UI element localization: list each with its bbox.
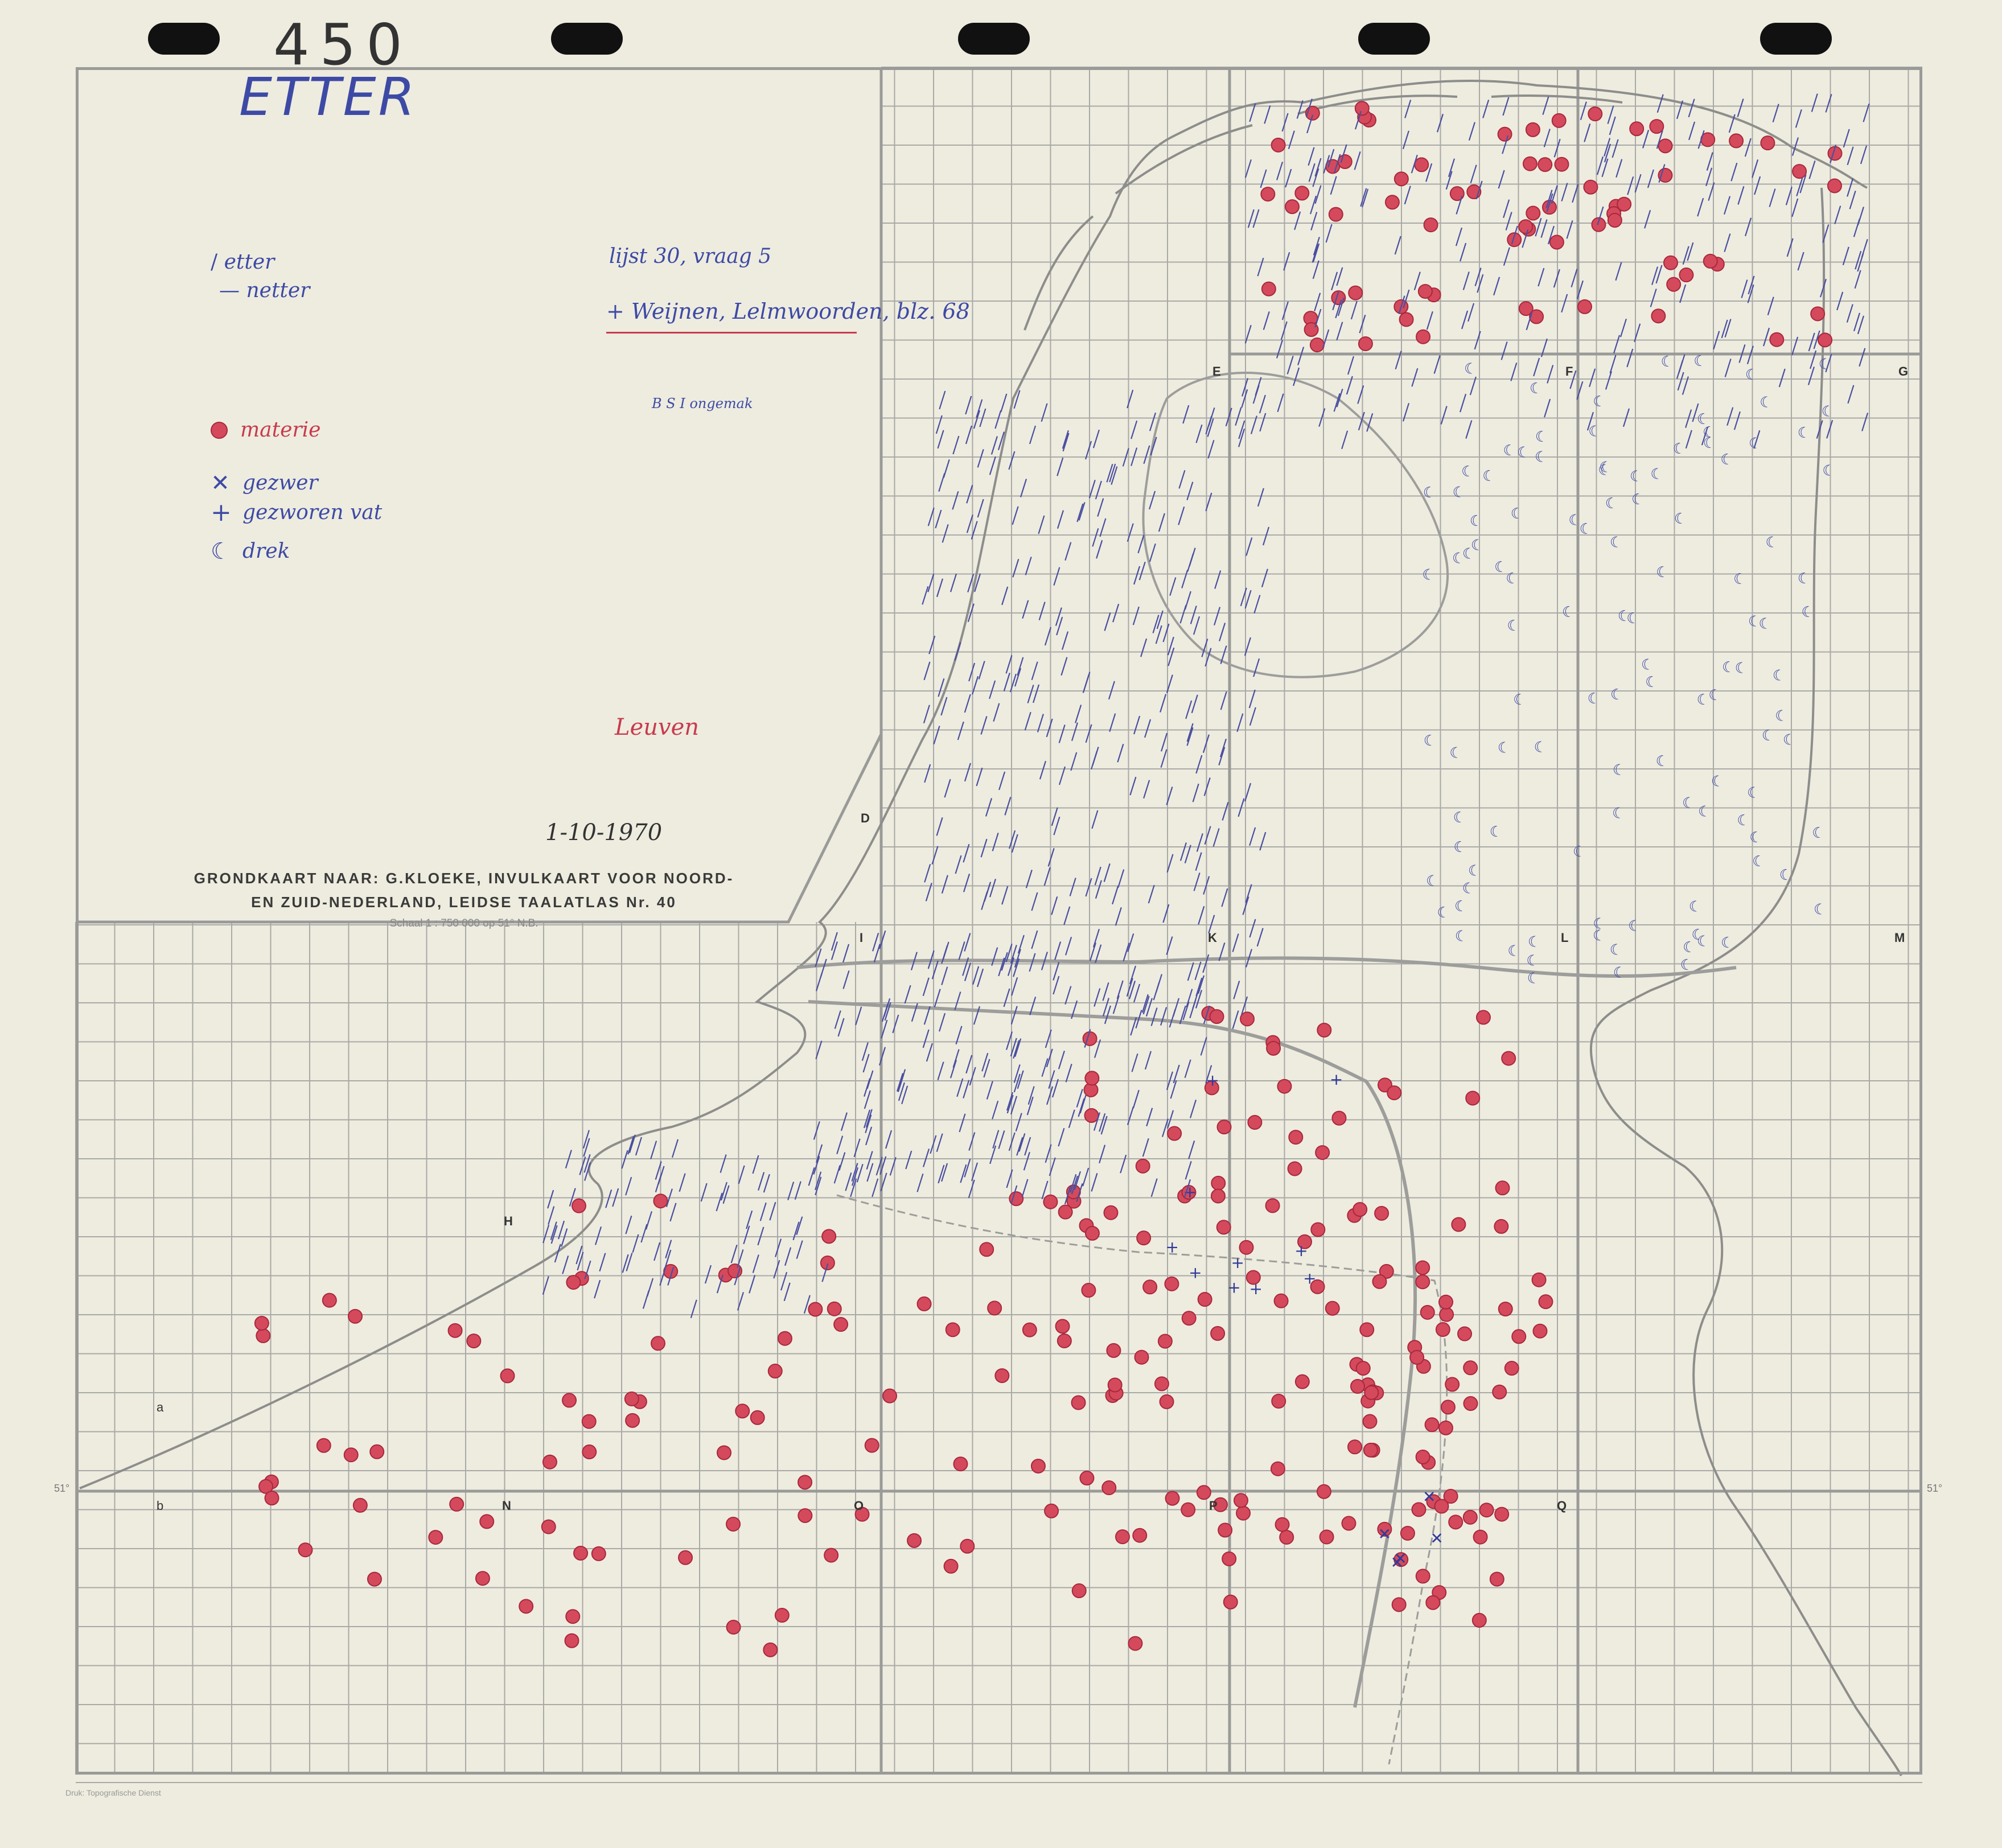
- sheet-label-g: G: [1898, 364, 1909, 378]
- sheet-label-k: K: [1208, 931, 1217, 945]
- note-date: 1-10-1970: [545, 820, 663, 846]
- credit-line-1: GRONDKAART NAAR: G.KLOEKE, INVULKAART VO…: [194, 870, 734, 887]
- sheet-label-n: N: [502, 1499, 511, 1513]
- sheet-label-l: L: [1561, 931, 1569, 945]
- latitude-label-right: 51°: [1927, 1483, 1943, 1494]
- red-dot-icon: [211, 421, 228, 439]
- crescent-icon: ☾: [211, 538, 231, 565]
- sheet-label-i: I: [860, 931, 864, 945]
- sheet-label-p: P: [1209, 1499, 1218, 1513]
- sheet-label-h: H: [504, 1214, 513, 1228]
- legend-gezworen: + gezworen vat: [211, 497, 383, 527]
- latitude-label-left: 51°: [54, 1483, 70, 1494]
- note-reference: + Weijnen, Lelmwoorden, blz. 68: [606, 299, 970, 324]
- plus-icon: +: [211, 497, 232, 527]
- scale-note: Schaal 1 : 750 000 op 51° N.B.: [389, 917, 538, 929]
- sheet-label-a: a: [157, 1400, 164, 1414]
- credit-line-2: EN ZUID-NEDERLAND, LEIDSE TAALATLAS Nr. …: [251, 894, 677, 911]
- legend-drek: ☾ drek: [211, 538, 290, 565]
- legend-materie: materie: [211, 418, 320, 442]
- map-title: ETTER: [239, 67, 417, 127]
- print-credit: Druk: Topografische Dienst: [65, 1788, 161, 1797]
- note-leuven: Leuven: [615, 714, 700, 740]
- sheet-label-m: M: [1894, 931, 1905, 945]
- legend-netter: — netter: [219, 279, 310, 302]
- sheet-label-d: D: [861, 811, 870, 825]
- note-list-question: lijst 30, vraag 5: [609, 245, 772, 268]
- base-map-credit: GRONDKAART NAAR: G.KLOEKE, INVULKAART VO…: [77, 866, 851, 914]
- note-small: B S I ongemak: [652, 396, 753, 411]
- sheet-label-e: E: [1212, 364, 1221, 378]
- sheet-label-o: O: [854, 1499, 864, 1513]
- sheet-label-f: F: [1565, 364, 1573, 378]
- sheet-label-b: b: [157, 1499, 164, 1513]
- note-underline: [606, 332, 857, 334]
- legend-gezwer: ✕ gezwer: [211, 470, 318, 496]
- sheet-label-q: Q: [1557, 1499, 1567, 1513]
- legend-etter: / etter: [211, 250, 275, 274]
- cross-x-icon: ✕: [211, 470, 230, 496]
